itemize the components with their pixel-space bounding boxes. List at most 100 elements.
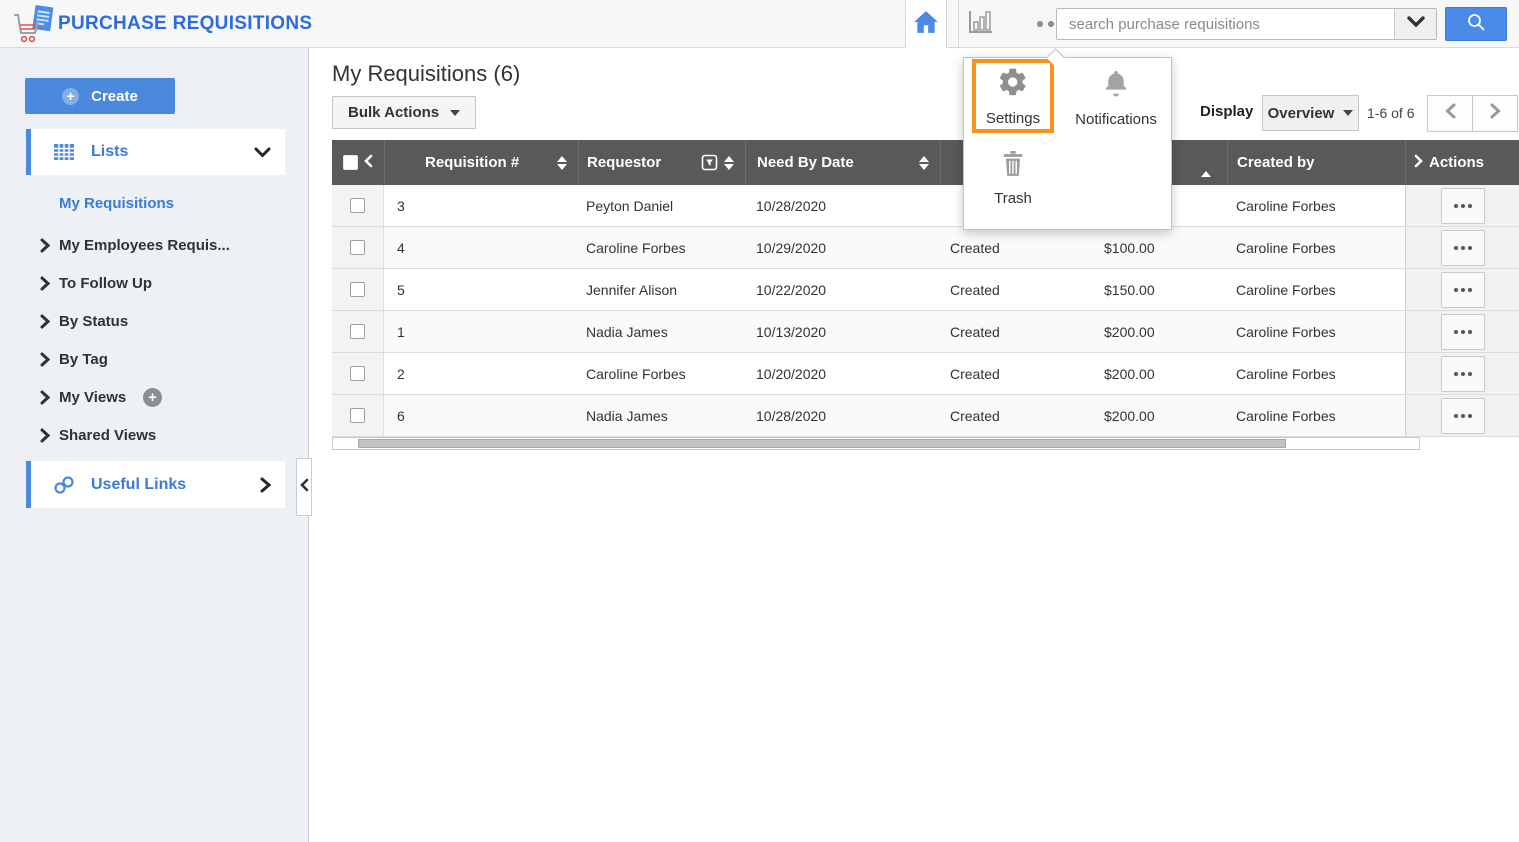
- menu-item-trash[interactable]: Trash: [972, 144, 1054, 212]
- search-icon: [1466, 12, 1486, 37]
- settings-label: Settings: [986, 110, 1040, 127]
- select-all-checkbox[interactable]: [343, 155, 358, 170]
- sort-icon[interactable]: [557, 156, 567, 170]
- row-checkbox[interactable]: [350, 198, 365, 213]
- row-checkbox-cell: [332, 269, 384, 310]
- requisitions-table: Requisition # Requestor Need By Date: [332, 140, 1519, 437]
- table-row[interactable]: 5 Jennifer Alison 10/22/2020 Created $15…: [332, 269, 1519, 311]
- table-row[interactable]: 6 Nadia James 10/28/2020 Created $200.00…: [332, 395, 1519, 437]
- chevron-right-icon: [40, 238, 50, 253]
- horizontal-scrollbar[interactable]: [332, 437, 1420, 450]
- options-dropdown-menu: Settings Notifications Trash: [963, 57, 1172, 230]
- sidebar-section-lists[interactable]: Lists: [26, 129, 285, 175]
- display-mode-dropdown[interactable]: Overview: [1262, 95, 1359, 131]
- sidebar-item-my-requisitions[interactable]: My Requisitions: [0, 190, 285, 216]
- chevron-left-icon: [300, 478, 309, 497]
- sidebar-item-shared-views[interactable]: Shared Views: [0, 422, 285, 448]
- cell-requisition-number: 5: [384, 269, 578, 310]
- chevron-down-icon: [254, 147, 271, 158]
- header-created-by[interactable]: Created by: [1227, 140, 1405, 185]
- cell-requestor: Caroline Forbes: [578, 227, 745, 268]
- topbar-separator: [958, 0, 959, 48]
- row-checkbox[interactable]: [350, 240, 365, 255]
- row-checkbox-cell: [332, 227, 384, 268]
- main-content: My Requisitions (6) Bulk Actions Display…: [310, 48, 1519, 842]
- menu-item-settings[interactable]: Settings: [972, 59, 1054, 133]
- sort-icon[interactable]: [724, 156, 734, 170]
- filter-icon[interactable]: [701, 154, 718, 171]
- bulk-actions-label: Bulk Actions: [348, 104, 439, 121]
- header-need-by-date[interactable]: Need By Date: [745, 140, 940, 185]
- sidebar-section-useful-links[interactable]: Useful Links: [26, 461, 285, 508]
- search-button[interactable]: [1445, 7, 1507, 41]
- table-row[interactable]: 3 Peyton Daniel 10/28/2020 Caroline Forb…: [332, 185, 1519, 227]
- sidebar-item-to-follow-up[interactable]: To Follow Up: [0, 270, 285, 296]
- notifications-label: Notifications: [1075, 111, 1157, 128]
- table-row[interactable]: 4 Caroline Forbes 10/29/2020 Created $10…: [332, 227, 1519, 269]
- row-checkbox[interactable]: [350, 366, 365, 381]
- cell-actions: [1405, 185, 1519, 226]
- header-requisition-number[interactable]: Requisition #: [384, 140, 578, 185]
- page-title: My Requisitions (6): [332, 61, 520, 87]
- cell-actions: [1405, 353, 1519, 394]
- chevron-right-icon: [40, 390, 50, 405]
- next-page-button[interactable]: [1472, 95, 1518, 132]
- previous-page-button[interactable]: [1427, 95, 1473, 132]
- sidebar-item-my-views[interactable]: My Views +: [0, 384, 285, 410]
- sort-ascending-icon[interactable]: [1201, 154, 1211, 171]
- row-checkbox-cell: [332, 353, 384, 394]
- add-view-button[interactable]: +: [143, 388, 162, 407]
- chevron-right-icon: [40, 428, 50, 443]
- gear-icon: [997, 66, 1029, 103]
- table-row[interactable]: 2 Caroline Forbes 10/20/2020 Created $20…: [332, 353, 1519, 395]
- reports-button[interactable]: [965, 11, 995, 37]
- active-accent-bar: [26, 129, 31, 175]
- sidebar-collapse-handle[interactable]: [296, 458, 312, 516]
- useful-links-label: Useful Links: [91, 476, 186, 494]
- row-checkbox[interactable]: [350, 282, 365, 297]
- create-button[interactable]: + Create: [25, 78, 175, 114]
- sidebar-item-my-employees-requisitions[interactable]: My Employees Requis...: [0, 232, 285, 258]
- bar-chart-icon: [967, 10, 993, 39]
- search-scope-dropdown[interactable]: [1394, 9, 1436, 39]
- table-row[interactable]: 1 Nadia James 10/13/2020 Created $200.00…: [332, 311, 1519, 353]
- cell-need-by-date: 10/28/2020: [745, 395, 940, 436]
- chevron-right-icon: [1414, 154, 1423, 172]
- cell-created-by: Caroline Forbes: [1227, 353, 1405, 394]
- cell-need-by-date: 10/22/2020: [745, 269, 940, 310]
- scrollbar-thumb[interactable]: [358, 439, 1286, 448]
- row-actions-button[interactable]: [1441, 398, 1485, 434]
- select-all-header-cell: [332, 140, 384, 185]
- row-actions-button[interactable]: [1441, 272, 1485, 308]
- pagination-range: 1-6 of 6: [1367, 105, 1414, 121]
- cell-created-by: Caroline Forbes: [1227, 311, 1405, 352]
- header-requestor[interactable]: Requestor: [578, 140, 745, 185]
- search-input[interactable]: [1057, 9, 1394, 39]
- row-checkbox[interactable]: [350, 324, 365, 339]
- sidebar-item-by-status[interactable]: By Status: [0, 308, 285, 334]
- sort-icon[interactable]: [919, 156, 929, 170]
- cell-actions: [1405, 269, 1519, 310]
- cell-requestor: Peyton Daniel: [578, 185, 745, 226]
- sidebar-item-by-tag[interactable]: By Tag: [0, 346, 285, 372]
- bulk-actions-button[interactable]: Bulk Actions: [332, 96, 476, 129]
- cell-requisition-number: 2: [384, 353, 578, 394]
- cell-status: Created: [940, 353, 1085, 394]
- cell-actions: [1405, 311, 1519, 352]
- menu-item-notifications[interactable]: Notifications: [1062, 63, 1170, 133]
- chevron-left-icon[interactable]: [364, 154, 373, 172]
- cell-need-by-date: 10/29/2020: [745, 227, 940, 268]
- header-actions[interactable]: Actions: [1405, 140, 1519, 185]
- row-checkbox[interactable]: [350, 408, 365, 423]
- row-actions-button[interactable]: [1441, 356, 1485, 392]
- lists-grid-icon: [53, 143, 75, 161]
- cell-need-by-date: 10/13/2020: [745, 311, 940, 352]
- link-icon: [53, 475, 75, 495]
- cell-requestor: Caroline Forbes: [578, 353, 745, 394]
- row-actions-button[interactable]: [1441, 230, 1485, 266]
- home-button[interactable]: [905, 0, 947, 48]
- cell-created-by: Caroline Forbes: [1227, 227, 1405, 268]
- row-actions-button[interactable]: [1441, 188, 1485, 224]
- row-actions-button[interactable]: [1441, 314, 1485, 350]
- chevron-down-icon: [1407, 15, 1425, 33]
